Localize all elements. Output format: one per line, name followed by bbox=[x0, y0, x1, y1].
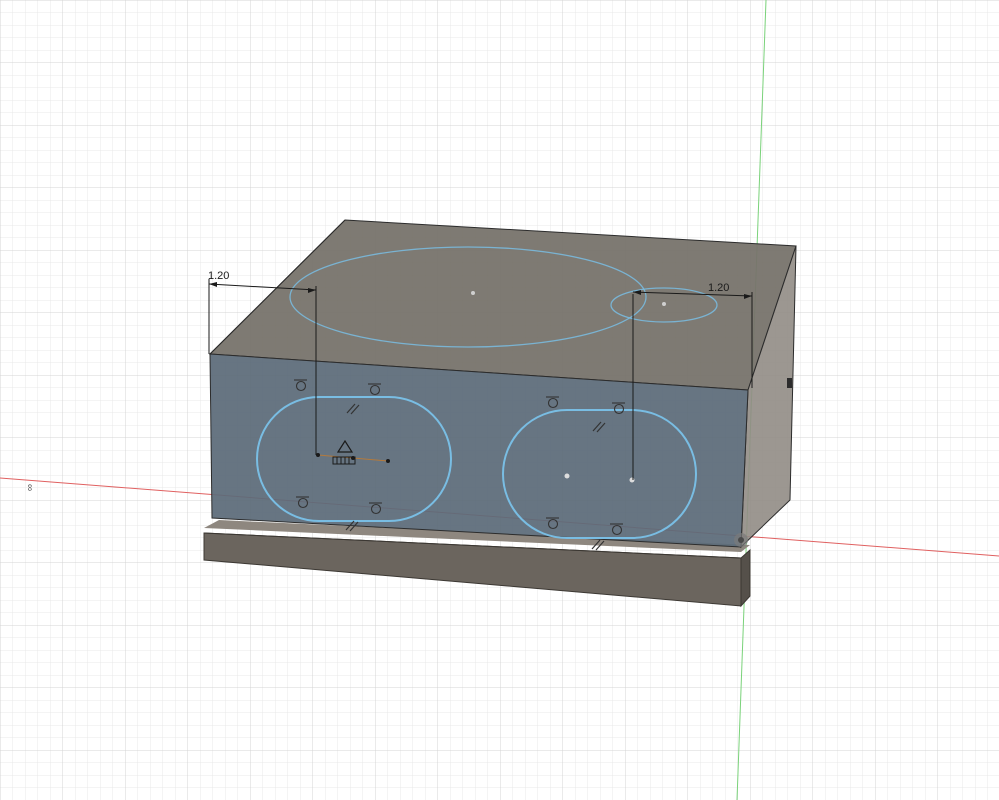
top-small-center-point[interactable] bbox=[662, 302, 666, 306]
dim-right-value[interactable]: 1.20 bbox=[708, 282, 729, 294]
axis-infinity-marker: ∞ bbox=[24, 484, 35, 491]
right-slot-point-a[interactable] bbox=[564, 473, 570, 479]
canvas-viewport[interactable]: ∞ 1.20 1.20 bbox=[0, 0, 999, 800]
sketch-scene[interactable]: ∞ 1.20 1.20 bbox=[0, 0, 999, 800]
dim-left-value[interactable]: 1.20 bbox=[208, 270, 229, 282]
base-plate-side bbox=[740, 548, 751, 608]
top-large-center-point[interactable] bbox=[471, 291, 475, 295]
body-side-notch bbox=[787, 378, 792, 388]
left-slot-point-c[interactable] bbox=[386, 459, 390, 463]
left-slot-point-a[interactable] bbox=[316, 453, 320, 457]
origin-point[interactable] bbox=[734, 533, 748, 547]
right-slot-point-b[interactable] bbox=[629, 477, 635, 483]
